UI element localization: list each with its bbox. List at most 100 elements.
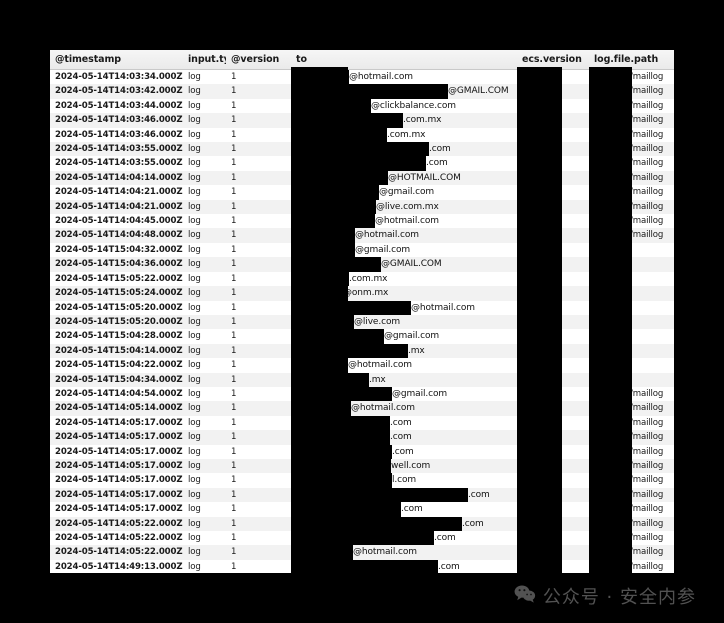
cell-input-type: log [188, 547, 201, 558]
cell-to: .mx [291, 372, 517, 387]
redaction-bar [291, 415, 390, 431]
cell-to: .com [291, 531, 517, 546]
table-row[interactable]: 2024-05-14T15:05:20.000Z log 1 @live.com [50, 314, 674, 330]
table-row[interactable]: 2024-05-14T14:03:44.000Z log 1 @clickbalanc… [50, 98, 674, 114]
table-row[interactable]: 2024-05-14T15:04:28.000Z log 1 @gmail.com [50, 329, 674, 344]
email-domain-suffix: @live.com [354, 316, 401, 327]
cell-input-type: log [188, 187, 201, 198]
log-results-table-panel[interactable]: @timestamp input.type @version to ecs.ve… [50, 50, 674, 573]
cell-ecs-version [517, 286, 589, 300]
log-file-path-suffix: /maillog [630, 547, 664, 558]
cell-version: 1 [231, 460, 237, 471]
column-header-log-file-path[interactable]: log.file.path [589, 50, 674, 70]
table-row[interactable]: 2024-05-14T14:49:13.000Z log 1 .com/maillog [50, 559, 674, 573]
cell-version: 1 [231, 316, 237, 327]
table-row[interactable]: 2024-05-14T14:04:48.000Z log 1 @hotmail.com… [50, 228, 674, 243]
table-row[interactable]: 2024-05-14T14:04:14.000Z log 1 @HOTMAIL.COM… [50, 170, 674, 186]
log-file-path-suffix: /maillog [630, 460, 664, 471]
cell-ecs-version [517, 387, 589, 401]
redaction-bar [291, 473, 392, 488]
email-domain-suffix: .com.mx [403, 115, 442, 126]
table-row[interactable]: 2024-05-14T14:05:17.000Z log 1 .com/maillog [50, 487, 674, 503]
log-file-path-suffix: /maillog [630, 504, 664, 515]
cell-input-type: log [188, 216, 201, 227]
table-row[interactable]: 2024-05-14T15:04:32.000Z log 1 @gmail.com [50, 242, 674, 258]
table-row[interactable]: 2024-05-14T14:03:55.000Z log 1 .com/maillog [50, 156, 674, 171]
cell-log-file-path: /maillog [589, 113, 674, 127]
table-row[interactable]: 2024-05-14T14:05:17.000Z log 1 l.com/maillo… [50, 473, 674, 488]
cell-version: 1 [231, 403, 237, 414]
column-header-ecs-version[interactable]: ecs.version [517, 50, 589, 70]
cell-ecs-version [517, 560, 589, 573]
table-row[interactable]: 2024-05-14T15:04:36.000Z log 1 @GMAIL.COM [50, 257, 674, 272]
redaction-bar [291, 199, 376, 215]
cell-to: .mx [291, 343, 517, 359]
redaction-bar [291, 242, 355, 258]
table-row[interactable]: 2024-05-14T14:04:21.000Z log 1 @live.com.mx… [50, 199, 674, 215]
table-row[interactable]: 2024-05-14T14:03:34.000Z log 1 @hotmail.com… [50, 69, 674, 85]
cell-timestamp: 2024-05-14T14:05:17.000Z [55, 504, 183, 515]
cell-log-file-path: /maillog [589, 128, 674, 142]
cell-timestamp: 2024-05-14T14:05:17.000Z [55, 432, 183, 443]
cell-input-type: log [188, 86, 201, 97]
cell-version: 1 [231, 388, 237, 399]
table-row[interactable]: 2024-05-14T14:03:55.000Z log 1 .com/maillog [50, 142, 674, 157]
table-row[interactable]: 2024-05-14T15:05:22.000Z log 1 .com.mx [50, 271, 674, 287]
table-row[interactable]: 2024-05-14T14:05:22.000Z log 1 .com/maillog [50, 516, 674, 531]
cell-version: 1 [231, 302, 237, 313]
cell-ecs-version [517, 502, 589, 516]
cell-version: 1 [231, 331, 237, 342]
cell-log-file-path [589, 315, 674, 329]
cell-input-type: log [188, 489, 201, 500]
table-row[interactable]: 2024-05-14T14:05:22.000Z log 1 .com/maillog [50, 531, 674, 546]
table-row[interactable]: 2024-05-14T15:05:20.000Z log 1 @hotmail.com [50, 300, 674, 315]
table-row[interactable]: 2024-05-14T14:05:17.000Z log 1 .com/maillog [50, 415, 674, 431]
cell-version: 1 [231, 417, 237, 428]
email-domain-suffix: .com [426, 158, 448, 169]
cell-timestamp: 2024-05-14T14:05:22.000Z [55, 533, 183, 543]
cell-ecs-version [517, 315, 589, 329]
column-header-version[interactable]: @version [226, 50, 291, 70]
cell-log-file-path: /maillog [589, 517, 674, 531]
table-row[interactable]: 2024-05-14T14:05:17.000Z log 1 well.com/mai… [50, 458, 674, 474]
cell-version: 1 [231, 446, 237, 457]
cell-input-type: log [188, 388, 201, 399]
table-row[interactable]: 2024-05-14T14:03:46.000Z log 1 .com.mx/mail… [50, 127, 674, 143]
cell-input-type: log [188, 201, 201, 212]
table-row[interactable]: 2024-05-14T15:05:24.000Z log 1 @onm.mx [50, 286, 674, 301]
cell-to: @onm.mx [291, 286, 517, 301]
log-file-path-suffix: /maillog [630, 388, 664, 399]
email-domain-suffix: @HOTMAIL.COM [388, 172, 461, 183]
cell-to: @gmail.com [291, 185, 517, 200]
cell-log-file-path: /maillog [589, 560, 674, 573]
table-row[interactable]: 2024-05-14T14:05:17.000Z log 1 .com/maillog [50, 444, 674, 459]
table-row[interactable]: 2024-05-14T14:05:14.000Z log 1 @hotmail.com… [50, 401, 674, 416]
table-row[interactable]: 2024-05-14T14:04:45.000Z log 1 @hotmail.com… [50, 214, 674, 229]
table-row[interactable]: 2024-05-14T14:04:54.000Z log 1 @gmail.com/m… [50, 386, 674, 402]
table-row[interactable]: 2024-05-14T15:04:22.000Z log 1 @hotmail.com [50, 358, 674, 373]
column-header-input-type[interactable]: input.type [183, 50, 226, 70]
table-row[interactable]: 2024-05-14T15:04:34.000Z log 1 .mx [50, 372, 674, 387]
cell-ecs-version [517, 488, 589, 502]
redaction-bar [291, 401, 351, 416]
table-row[interactable]: 2024-05-14T14:04:21.000Z log 1 @gmail.com/m… [50, 185, 674, 200]
email-domain-suffix: @hotmail.com [411, 302, 475, 313]
table-row[interactable]: 2024-05-14T15:04:14.000Z log 1 .mx [50, 343, 674, 359]
redaction-bar [291, 502, 401, 517]
table-row[interactable]: 2024-05-14T14:05:17.000Z log 1 .com/maillog [50, 430, 674, 445]
table-row[interactable]: 2024-05-14T14:05:22.000Z log 1 @hotmail.com… [50, 545, 674, 560]
column-header-timestamp[interactable]: @timestamp [50, 50, 183, 70]
log-file-path-suffix: /maillog [630, 100, 664, 111]
cell-input-type: log [188, 230, 201, 241]
column-header-to[interactable]: to [291, 50, 517, 70]
cell-version: 1 [231, 489, 237, 500]
redaction-bar [291, 142, 429, 157]
table-row[interactable]: 2024-05-14T14:03:46.000Z log 1 .com.mx/mail… [50, 113, 674, 128]
cell-timestamp: 2024-05-14T15:04:34.000Z [55, 374, 183, 385]
redaction-bar [291, 156, 426, 171]
email-domain-suffix: .com [392, 446, 414, 457]
table-row[interactable]: 2024-05-14T14:05:17.000Z log 1 .com/maillog [50, 502, 674, 517]
table-row[interactable]: 2024-05-14T14:03:42.000Z log 1 @GMAIL.COM/m… [50, 84, 674, 99]
watermark: 公众号 · 安全内参 [514, 583, 696, 609]
cell-log-file-path: /maillog [589, 84, 674, 98]
